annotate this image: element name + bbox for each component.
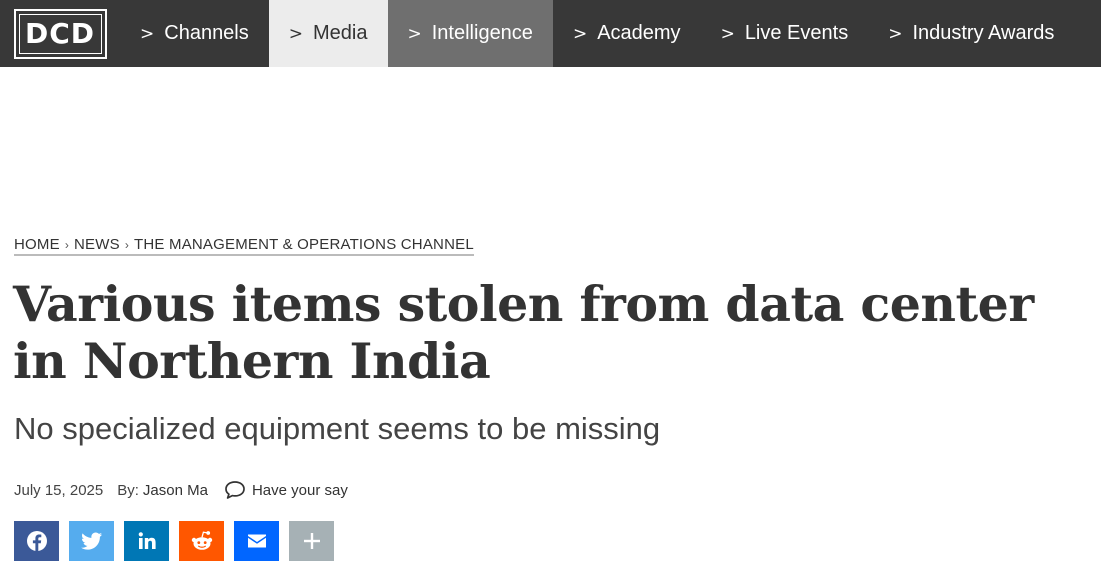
breadcrumb-home[interactable]: HOME [14,236,60,253]
chevron-right-icon: > [888,23,903,44]
nav-item-industry-awards[interactable]: > Industry Awards [868,0,1074,67]
email-icon [247,534,266,548]
comment-icon [225,481,245,499]
share-facebook-button[interactable] [14,521,59,561]
breadcrumb-separator-icon: › [124,237,130,252]
chevron-right-icon: > [407,23,422,44]
article-subtitle: No specialized equipment seems to be mis… [14,411,661,446]
dcd-logo: DCD [13,8,107,59]
comments-label: Have your say [251,481,348,499]
nav-item-live-events[interactable]: > Live Events [701,0,869,67]
article-meta: July 15, 2025 By: Jason Ma Have your say [14,480,348,500]
nav-item-label: Industry Awards [912,22,1055,44]
nav-item-channels[interactable]: > Channels [120,0,269,67]
share-email-button[interactable] [234,521,279,561]
chevron-right-icon: > [572,23,588,44]
share-twitter-button[interactable] [69,521,114,561]
plus-icon [303,533,320,549]
reddit-icon [191,531,212,550]
nav-item-media[interactable]: > Media [268,0,388,67]
nav-item-academy[interactable]: > Academy [553,0,701,67]
nav-item-label: Media [313,22,368,44]
breadcrumb: HOME › NEWS › THE MANAGEMENT & OPERATION… [14,236,474,256]
nav-item-label: Live Events [744,22,849,44]
linkedin-icon [138,532,156,549]
share-reddit-button[interactable] [179,521,224,561]
nav-item-label: Academy [597,22,681,44]
top-navigation: DCD > Channels > Media > Intelligence > … [0,0,1101,67]
facebook-icon [26,531,47,551]
nav-item-intelligence[interactable]: > Intelligence [387,0,553,67]
chevron-right-icon: > [140,23,155,44]
article-title: Various items stolen from data center in… [13,275,1034,390]
twitter-icon [80,532,102,550]
chevron-right-icon: > [720,23,735,44]
breadcrumb-news[interactable]: NEWS [74,236,120,253]
logo-link[interactable]: DCD [0,0,120,67]
share-linkedin-button[interactable] [124,521,169,561]
logo-text: DCD [24,17,96,50]
share-bar [14,521,344,561]
nav-item-label: Channels [164,22,249,44]
nav-item-label: Intelligence [431,22,533,44]
chevron-right-icon: > [288,23,304,44]
breadcrumb-separator-icon: › [64,237,70,252]
comments-link[interactable]: Have your say [224,480,348,500]
share-more-button[interactable] [289,521,334,561]
author-link[interactable]: Jason Ma [143,482,208,499]
article-date: July 15, 2025 [14,481,104,499]
breadcrumb-channel[interactable]: THE MANAGEMENT & OPERATIONS CHANNEL [134,236,474,253]
byline-label: By: [117,481,139,499]
